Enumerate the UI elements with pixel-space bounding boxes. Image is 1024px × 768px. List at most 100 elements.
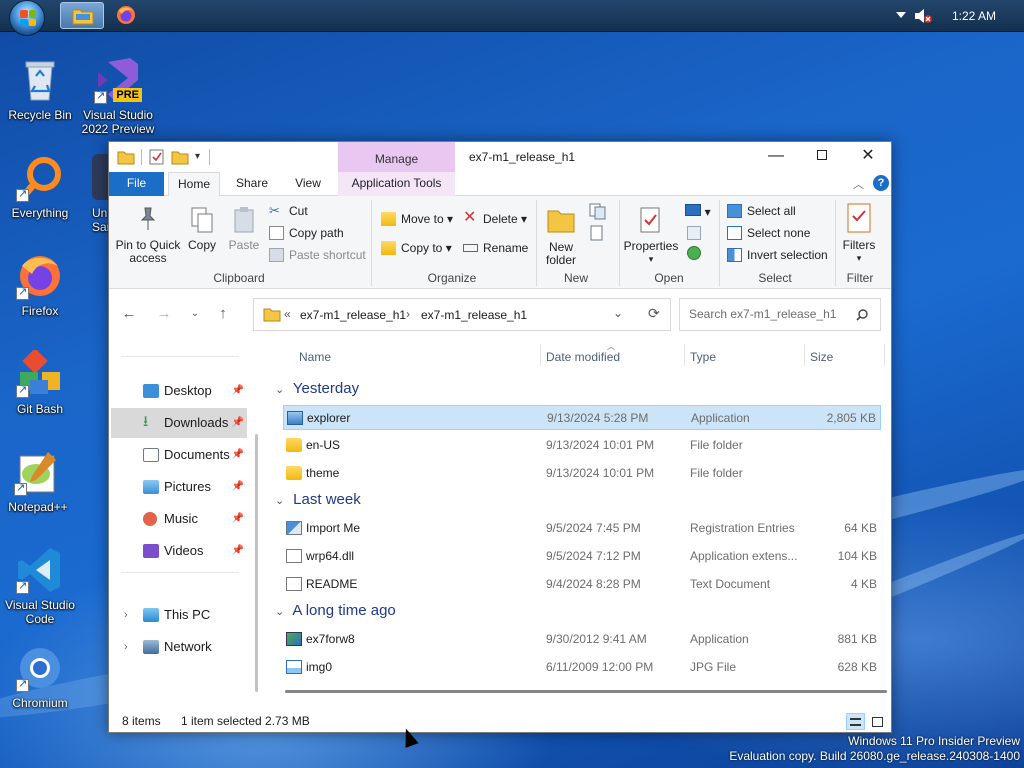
pin-to-quick-access-button[interactable]: Pin to Quick access [115,206,181,265]
minimize-button[interactable]: — [753,142,799,172]
sidebar-item-this-pc[interactable]: › This PC [111,600,247,630]
desktop-icon-git-bash[interactable]: Git Bash [2,348,78,416]
desktop-icon-recycle-bin[interactable]: Recycle Bin [2,56,78,122]
address-dropdown-icon[interactable]: ⌄ [613,306,623,320]
show-hidden-icons-icon[interactable] [896,12,906,18]
invert-selection-button[interactable]: Invert selection [727,246,828,264]
paste-button[interactable]: Paste [225,206,263,252]
table-row[interactable]: img0 6/11/2009 12:00 PM JPG File 628 KB [283,655,881,680]
back-button[interactable]: ← [117,303,141,325]
title-bar[interactable]: ▾ Manage ex7-m1_release_h1 — ✕ [109,142,891,174]
desktop-icon-visual-studio-code[interactable]: Visual Studio Code [2,546,78,626]
ribbon-home: Pin to Quick access Copy Paste ✂ Cut Cop… [109,196,891,289]
column-separator[interactable] [804,344,805,366]
expand-chevron-icon[interactable]: › [124,632,128,662]
column-header-name[interactable]: Name [299,350,331,364]
tab-manage-contextual[interactable]: Manage [338,142,455,174]
desktop-icon-everything[interactable]: Everything [2,154,78,220]
large-icons-view-button[interactable] [868,713,887,730]
tab-file[interactable]: File [109,172,164,196]
group-header[interactable]: ⌄ A long time ago [275,602,396,619]
breadcrumb-separator-icon[interactable]: › [406,307,410,321]
easy-access-button[interactable] [587,224,611,245]
clock[interactable]: 1:22 AM [952,9,996,23]
paste-shortcut-button[interactable]: Paste shortcut [269,246,366,264]
properties-quick-access-icon[interactable] [149,149,165,165]
horizontal-scrollbar[interactable] [285,690,887,693]
desktop-icon-notepad-plus-plus[interactable]: Notepad++ [0,448,76,514]
copy-path-button[interactable]: Copy path [269,224,344,242]
folder-icon [117,151,135,165]
column-header-type[interactable]: Type [690,350,716,364]
table-row[interactable]: ex7forw8 9/30/2012 9:41 AM Application 8… [283,627,881,652]
customize-quick-access-icon[interactable]: ▾ [195,151,200,167]
address-bar[interactable]: « ex7-m1_release_h1 › ex7-m1_release_h1 … [253,298,671,331]
breadcrumb-item[interactable]: ex7-m1_release_h1 [300,308,406,322]
group-header[interactable]: ⌄ Last week [275,491,361,508]
table-row[interactable]: wrp64.dll 9/5/2024 7:12 PM Application e… [283,544,881,569]
sidebar-item-pictures[interactable]: Pictures 📌 [111,472,247,502]
help-icon[interactable]: ? [873,175,889,191]
start-button[interactable] [9,0,45,36]
table-row[interactable]: explorer 9/13/2024 5:28 PM Application 2… [283,405,881,430]
desktop-icon-sandbox[interactable]: Un Sand [80,154,110,234]
sidebar-item-desktop[interactable]: Desktop 📌 [111,376,247,406]
rename-button[interactable]: Rename [463,239,528,257]
delete-button[interactable]: ✕ Delete ▾ [463,209,527,228]
breadcrumb-overflow[interactable]: « [284,307,291,321]
column-separator[interactable] [884,344,885,366]
tab-application-tools[interactable]: Application Tools [338,172,455,196]
select-none-button[interactable]: Select none [727,224,810,242]
sidebar-item-network[interactable]: › Network [111,632,247,662]
edit-button[interactable] [685,226,703,243]
desktop-icon-visual-studio-2022-preview[interactable]: PRE Visual Studio 2022 Preview [80,56,156,136]
column-header-date-modified[interactable]: Date modified [546,350,620,364]
copy-button[interactable]: Copy [183,206,221,252]
desktop-icon-firefox[interactable]: Firefox [2,252,78,318]
cut-button[interactable]: ✂ Cut [269,202,308,220]
new-folder-quick-access-icon[interactable] [171,149,189,165]
table-row[interactable]: Import Me 9/5/2024 7:45 PM Registration … [283,516,881,541]
taskbar-firefox-button[interactable] [110,2,142,29]
recent-locations-button[interactable]: ⌄ [183,303,207,325]
sidebar-item-documents[interactable]: Documents 📌 [111,440,247,470]
group-header[interactable]: ⌄ Yesterday [275,380,359,397]
sidebar-item-downloads[interactable]: ⭳ Downloads 📌 [111,408,247,438]
sidebar-item-music[interactable]: Music 📌 [111,504,247,534]
desktop-icon-chromium[interactable]: Chromium [2,644,78,710]
table-row[interactable]: en-US 9/13/2024 10:01 PM File folder [283,433,881,458]
back-arrow-icon: ← [121,305,137,322]
expand-chevron-icon[interactable]: › [124,600,128,630]
filters-button[interactable]: Filters ▾ [839,202,879,265]
copy-to-button[interactable]: Copy to ▾ [381,239,452,257]
details-view-button[interactable] [846,713,865,730]
table-row[interactable]: README 9/4/2024 8:28 PM Text Document 4 … [283,572,881,597]
desktop-icon-label: Visual Studio Code [5,598,75,626]
history-button[interactable] [685,246,703,263]
properties-button[interactable]: Properties ▾ [623,206,679,266]
column-header-size[interactable]: Size [810,350,833,364]
tab-view[interactable]: View [285,172,331,196]
taskbar-explorer-button[interactable] [60,2,104,29]
nav-scrollbar[interactable] [255,434,258,692]
column-separator[interactable] [540,344,541,366]
new-item-button[interactable] [587,202,611,223]
speaker-muted-icon[interactable] [914,8,932,24]
collapse-ribbon-icon[interactable]: ︿ [853,176,864,192]
refresh-icon[interactable]: ⟳ [648,305,660,322]
search-box[interactable]: Search ex7-m1_release_h1 [679,298,881,331]
breadcrumb-item[interactable]: ex7-m1_release_h1 [421,308,527,322]
move-to-button[interactable]: Move to ▾ [381,210,453,228]
new-folder-button[interactable]: New folder [541,206,581,267]
open-button[interactable]: ▾ [683,204,713,219]
select-all-button[interactable]: Select all [727,202,796,220]
forward-button[interactable]: → [152,303,176,325]
column-separator[interactable] [684,344,685,366]
sidebar-item-videos[interactable]: Videos 📌 [111,536,247,566]
tab-home[interactable]: Home [168,172,220,196]
close-button[interactable]: ✕ [845,142,891,172]
up-button[interactable]: ↑ [211,303,235,325]
maximize-button[interactable] [799,142,845,172]
tab-share[interactable]: Share [226,172,278,196]
table-row[interactable]: theme 9/13/2024 10:01 PM File folder [283,461,881,486]
